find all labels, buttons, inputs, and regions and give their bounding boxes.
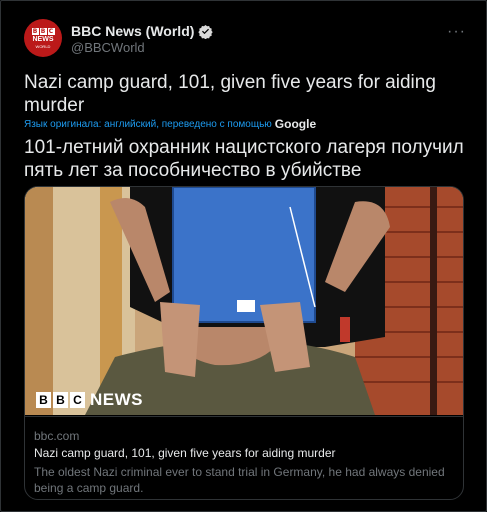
- avatar[interactable]: B B C NEWS WORLD: [24, 19, 62, 57]
- more-options-icon[interactable]: ···: [447, 23, 466, 41]
- card-domain: bbc.com: [34, 429, 80, 443]
- account-handle[interactable]: @BBCWorld: [71, 40, 145, 55]
- avatar-letter: C: [47, 27, 55, 35]
- tweet-text: Nazi camp guard, 101, given five years f…: [24, 72, 436, 116]
- link-card[interactable]: B B C NEWS bbc.com Nazi camp guard, 101,…: [24, 186, 464, 500]
- card-title: Nazi camp guard, 101, given five years f…: [34, 446, 336, 460]
- card-description: The oldest Nazi criminal ever to stand t…: [34, 465, 445, 495]
- avatar-news: NEWS: [32, 35, 54, 43]
- translation-note-label: Язык оригинала: английский, переведено с…: [24, 118, 272, 130]
- translated-text: 101-летний охранник нацистского лагеря п…: [24, 137, 464, 181]
- verified-badge-icon: [198, 24, 214, 39]
- logo-letter: C: [70, 392, 85, 408]
- logo-letter: B: [36, 392, 51, 408]
- account-name[interactable]: BBC News (World): [71, 23, 194, 39]
- tweet-container[interactable]: B B C NEWS WORLD BBC News (World) @BBCWo…: [0, 0, 487, 512]
- translation-note[interactable]: Язык оригинала: английский, переведено с…: [24, 117, 316, 131]
- account-name-row[interactable]: BBC News (World): [71, 23, 214, 39]
- bbc-news-logo: B B C NEWS: [36, 390, 143, 410]
- avatar-letter: B: [39, 27, 47, 35]
- avatar-bbc-blocks: B B C: [31, 27, 55, 35]
- avatar-world: WORLD: [35, 43, 51, 49]
- card-meta[interactable]: bbc.com Nazi camp guard, 101, given five…: [25, 416, 463, 499]
- logo-news-word: NEWS: [90, 390, 143, 409]
- avatar-letter: B: [31, 27, 39, 35]
- logo-letter: B: [53, 392, 68, 408]
- card-photo: [25, 187, 463, 415]
- translation-provider: Google: [274, 117, 317, 131]
- card-image[interactable]: B B C NEWS: [25, 187, 463, 415]
